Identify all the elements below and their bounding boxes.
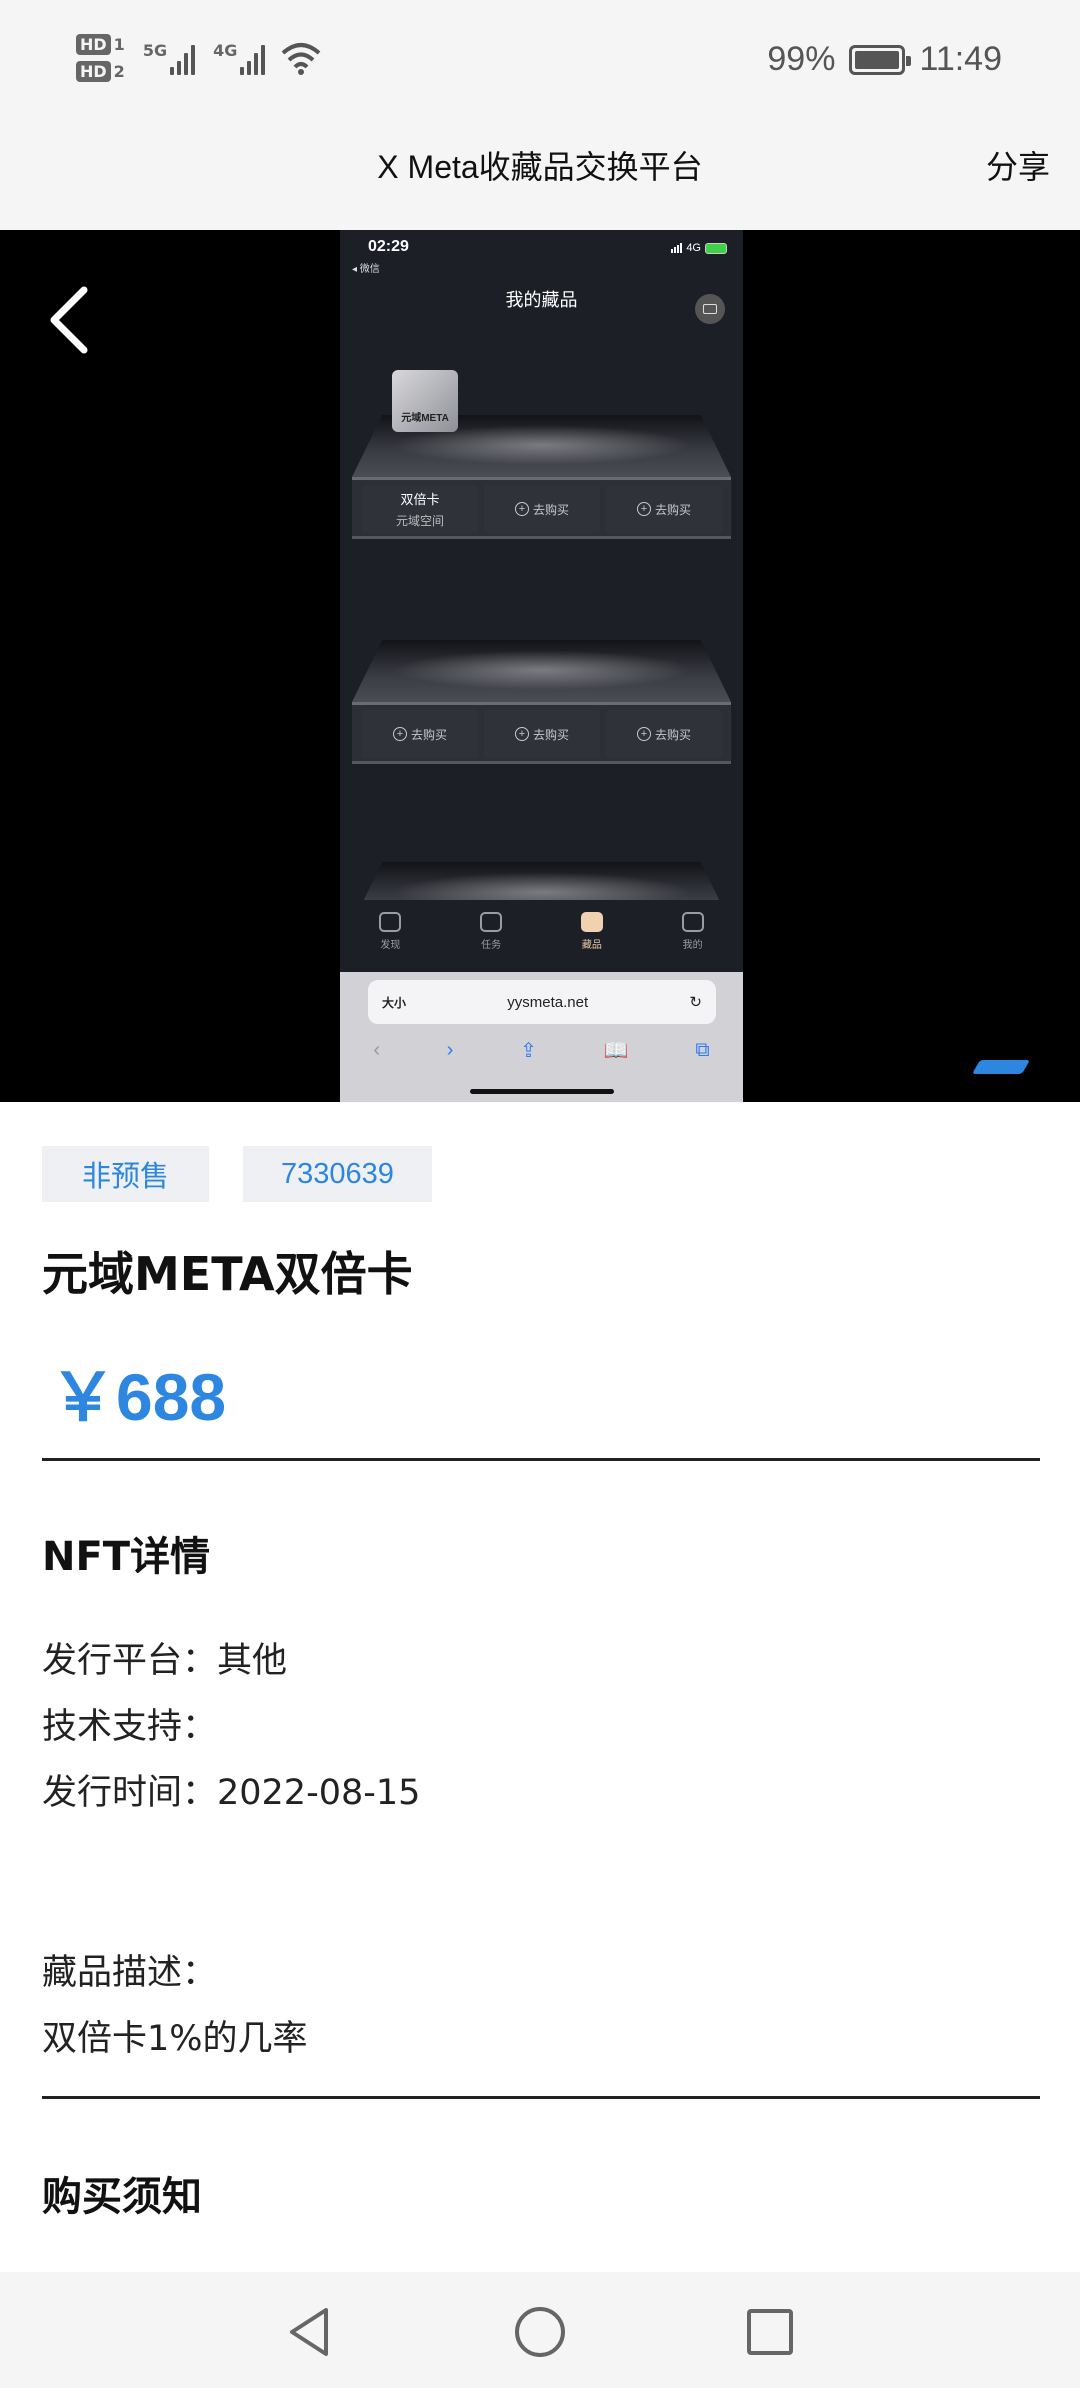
plus-circle-icon: +: [636, 502, 651, 516]
phone-tab-discover: 发现: [379, 911, 402, 951]
planet-icon: [379, 911, 402, 932]
wifi-icon: [282, 43, 321, 75]
phone-back-label: ◂ 微信: [352, 264, 380, 275]
plus-circle-icon: +: [514, 727, 529, 741]
phone-battery-icon: [705, 242, 727, 254]
reload-icon: ↻: [689, 994, 702, 1011]
plus-circle-icon: +: [514, 502, 529, 516]
description-value: 双倍卡1%的几率: [42, 2019, 308, 2059]
divider: [42, 1458, 1040, 1461]
media-viewer[interactable]: 02:29 ◂ 微信 4G 我的藏品 双倍卡 元域空间 +去购买 +去购买: [0, 230, 1080, 1102]
browser-tabs-icon: ⧉: [695, 1038, 710, 1061]
chevron-left-icon[interactable]: [40, 280, 100, 360]
cube-icon: [580, 911, 603, 932]
description-label: 藏品描述：: [42, 1953, 218, 1993]
phone-signal-icon: 4G: [671, 242, 727, 254]
status-left: HD 1 HD 2 5G 4G: [76, 34, 321, 82]
shelf-1: 双倍卡 元域空间 + 去购买 + 去购买: [352, 415, 731, 595]
phone-tab-tasks: 任务: [480, 911, 503, 951]
media-indicator: [971, 1060, 1031, 1074]
shelf-slot-buy: + 去购买: [362, 710, 478, 758]
browser-share-icon: ⇪: [520, 1039, 537, 1062]
phone-page-title: 我的藏品: [505, 290, 578, 310]
shelf-slot-buy: + 去购买: [606, 710, 722, 758]
shelf-slot-buy: + 去购买: [606, 485, 722, 533]
detail-date: 发行时间：2022-08-15: [42, 1773, 421, 1813]
browser-bookmarks-icon: 📖: [603, 1039, 629, 1062]
back-triangle-icon[interactable]: [282, 2304, 338, 2360]
page-title: X Meta收藏品交换平台: [377, 149, 703, 185]
hd2-icon: HD 2: [76, 61, 125, 82]
status-bar: HD 1 HD 2 5G 4G 99% 11:49: [0, 0, 1080, 128]
app-bar: X Meta收藏品交换平台 分享: [0, 128, 1080, 230]
phone-url-bar: 大小 yysmeta.net ↻: [368, 980, 716, 1024]
phone-tab-mine: 我的: [681, 911, 704, 951]
nft-details-heading: NFT详情: [42, 1534, 211, 1580]
shelf-slot-buy: + 去购买: [484, 710, 600, 758]
hd1-icon: HD 1: [76, 34, 125, 55]
detail-tech: 技术支持：: [42, 1707, 218, 1747]
detail-platform: 发行平台：其他: [42, 1641, 288, 1681]
screenshot-image: 02:29 ◂ 微信 4G 我的藏品 双倍卡 元域空间 +去购买 +去购买: [340, 230, 743, 1102]
share-button[interactable]: 分享: [986, 142, 1050, 188]
tag-row: 非预售 7330639: [42, 1146, 432, 1202]
home-circle-icon[interactable]: [512, 2304, 568, 2360]
divider: [42, 2096, 1040, 2099]
status-right: 99% 11:49: [767, 40, 1002, 79]
item-price: ￥688: [50, 1360, 227, 1434]
plus-circle-icon: +: [636, 727, 651, 741]
shelf-slot-buy: + 去购买: [484, 485, 600, 533]
phone-time: 02:29: [368, 238, 409, 255]
signal-5g-icon: 5G: [143, 41, 196, 75]
inbox-icon: [480, 911, 503, 932]
phone-tab-bar: 发现 任务 藏品 我的: [340, 900, 743, 962]
battery-percent: 99%: [767, 40, 836, 78]
browser-back-icon: ‹: [373, 1038, 381, 1061]
message-icon: [695, 294, 725, 324]
hd-indicators: HD 1 HD 2: [76, 34, 125, 82]
phone-home-indicator: [470, 1089, 614, 1094]
collectible-card: 元域META: [392, 370, 458, 432]
phone-browser-bar: 大小 yysmeta.net ↻ ‹ › ⇪ 📖 ⧉: [340, 972, 743, 1102]
signal-4g-icon: 4G: [213, 41, 266, 75]
plus-circle-icon: +: [392, 727, 407, 741]
recents-square-icon[interactable]: [742, 2304, 798, 2360]
shelf-slot-item: 双倍卡 元域空间: [362, 485, 478, 533]
shelf-2: + 去购买 + 去购买 + 去购买: [352, 640, 731, 820]
clock: 11:49: [919, 40, 1002, 78]
system-nav-bar: [0, 2272, 1080, 2388]
user-icon: [681, 911, 704, 932]
item-title: 元域META双倍卡: [42, 1247, 413, 1301]
id-tag: 7330639: [243, 1146, 432, 1202]
presale-tag: 非预售: [42, 1146, 210, 1202]
browser-forward-icon: ›: [446, 1038, 454, 1061]
purchase-notice-heading: 购买须知: [42, 2174, 202, 2220]
phone-tab-collection: 藏品: [580, 911, 603, 951]
phone-browser-tools: ‹ › ⇪ 📖 ⧉: [340, 1032, 743, 1068]
battery-icon: [849, 44, 912, 75]
